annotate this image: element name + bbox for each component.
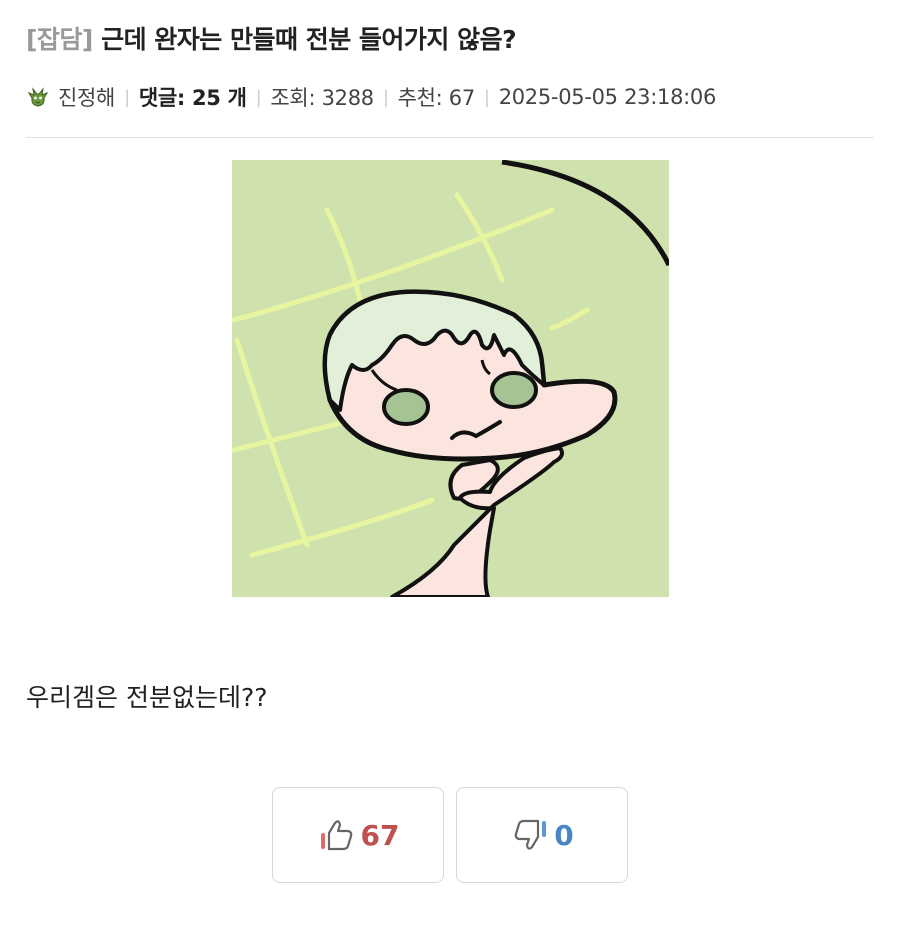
post-image[interactable]	[232, 160, 669, 597]
meta-divider: |	[124, 86, 130, 108]
post-datetime: 2025-05-05 23:18:06	[498, 85, 717, 109]
post-body: 우리겜은 전분없는데??	[26, 683, 268, 712]
post-title: [잡담] 근데 완자는 만들때 전분 들어가지 않음?	[26, 20, 517, 56]
header-divider	[26, 137, 874, 138]
recommend-count: 추천: 67	[397, 86, 476, 110]
post-title-text: 근데 완자는 만들때 전분 들어가지 않음?	[101, 25, 517, 54]
post-meta: 진정해 | 댓글: 25 개 | 조회: 3288 | 추천: 67 | 202…	[26, 82, 716, 112]
meta-divider: |	[483, 86, 490, 108]
meta-divider: |	[255, 86, 262, 108]
upvote-count: 67	[360, 818, 400, 852]
post-category: [잡담]	[26, 25, 93, 54]
meta-divider: |	[382, 86, 389, 108]
downvote-button[interactable]: 0	[456, 787, 628, 883]
thumbs-up-icon	[320, 820, 352, 851]
view-count: 조회: 3288	[270, 86, 374, 110]
comment-count[interactable]: 댓글: 25 개	[139, 82, 247, 112]
downvote-count: 0	[554, 818, 574, 852]
thumbs-down-icon	[514, 819, 547, 850]
author-avatar-icon	[27, 87, 49, 107]
upvote-button[interactable]: 67	[272, 787, 444, 883]
author-name[interactable]: 진정해	[58, 82, 115, 112]
